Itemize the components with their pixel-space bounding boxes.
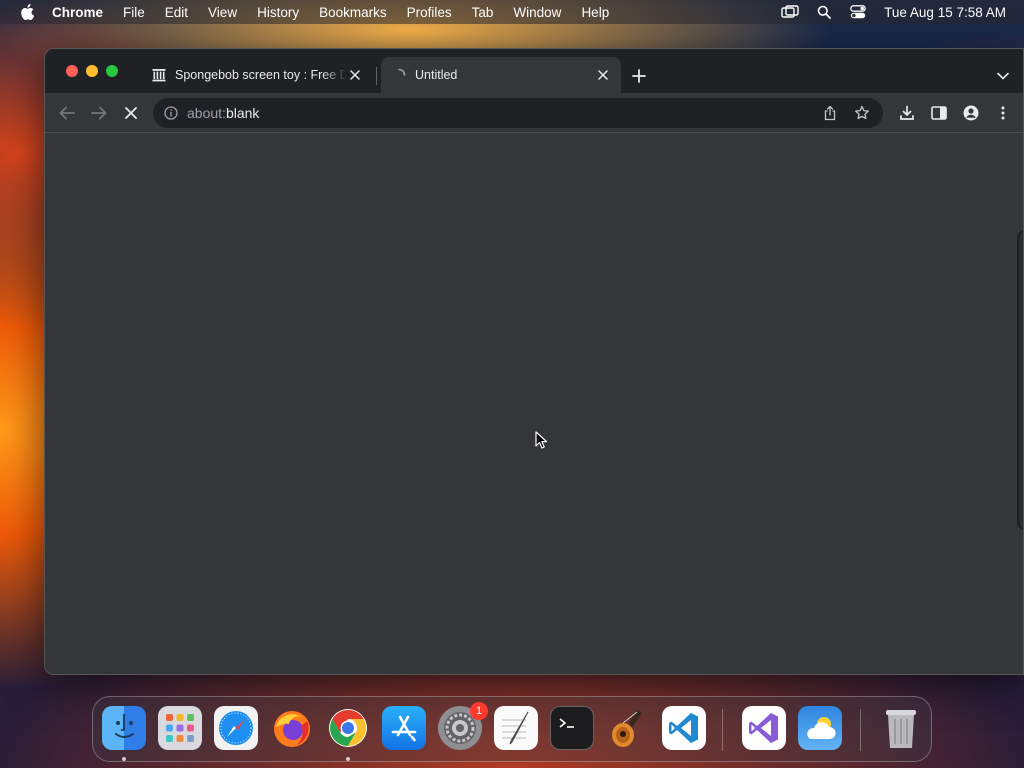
tab-spongebob[interactable]: Spongebob screen toy : Free D: [141, 57, 373, 93]
tab-title: Untitled: [415, 68, 458, 82]
launchpad-icon[interactable]: [158, 706, 202, 750]
menu-profiles[interactable]: Profiles: [407, 5, 452, 20]
menu-app-name[interactable]: Chrome: [52, 5, 103, 20]
tab-close-icon[interactable]: [595, 67, 611, 83]
tab-search-chevron-icon[interactable]: [993, 66, 1013, 86]
side-panel-icon[interactable]: [927, 101, 951, 125]
menu-bookmarks[interactable]: Bookmarks: [319, 5, 387, 20]
notification-badge: 1: [470, 702, 488, 720]
screen-mirroring-icon[interactable]: [780, 4, 800, 20]
app-store-icon[interactable]: [382, 706, 426, 750]
textedit-icon[interactable]: [494, 706, 538, 750]
menu-history[interactable]: History: [257, 5, 299, 20]
menu-view[interactable]: View: [208, 5, 237, 20]
dock-separator: [722, 709, 723, 751]
site-info-icon[interactable]: [163, 105, 179, 121]
url-path: blank: [225, 105, 260, 121]
kebab-menu-icon[interactable]: [991, 101, 1015, 125]
status-area: Tue Aug 15 7:58 AM: [766, 4, 1006, 20]
firefox-icon[interactable]: [270, 706, 314, 750]
share-icon[interactable]: [819, 102, 841, 124]
tab-untitled[interactable]: Untitled: [381, 57, 621, 93]
finder-icon[interactable]: [102, 706, 146, 750]
safari-icon[interactable]: [214, 706, 258, 750]
tab-title: Spongebob screen toy : Free D: [175, 68, 347, 82]
stop-loading-button[interactable]: [119, 101, 143, 125]
address-bar[interactable]: about:blank: [153, 98, 883, 128]
vscode-icon[interactable]: [662, 706, 706, 750]
system-settings-icon[interactable]: 1: [438, 702, 488, 750]
running-indicator: [122, 757, 126, 761]
terminal-icon[interactable]: [550, 706, 594, 750]
control-center-icon[interactable]: [848, 4, 868, 20]
garageband-icon[interactable]: [606, 706, 650, 750]
apple-menu-icon[interactable]: [20, 4, 34, 20]
visual-studio-icon[interactable]: [742, 706, 786, 750]
archive-building-icon: [151, 67, 167, 83]
window-minimize-button[interactable]: [86, 65, 98, 77]
menu-bar: Chrome File Edit View History Bookmarks …: [0, 0, 1024, 24]
menu-edit[interactable]: Edit: [165, 5, 188, 20]
downloads-icon[interactable]: [895, 101, 919, 125]
menu-tab[interactable]: Tab: [472, 5, 494, 20]
trash-icon[interactable]: [879, 706, 923, 750]
side-panel-edge[interactable]: [1017, 230, 1023, 530]
tab-strip: Spongebob screen toy : Free D Untitled: [45, 49, 1023, 93]
tab-close-icon[interactable]: [347, 67, 363, 83]
window-close-button[interactable]: [66, 65, 78, 77]
page-content-blank[interactable]: [45, 134, 1023, 674]
running-indicator: [346, 757, 350, 761]
loading-spinner-icon: [391, 67, 407, 83]
window-zoom-button[interactable]: [106, 65, 118, 77]
dock: 1: [92, 696, 932, 762]
back-button[interactable]: [55, 101, 79, 125]
url-text[interactable]: about:blank: [187, 105, 819, 121]
menu-help[interactable]: Help: [581, 5, 609, 20]
new-tab-button[interactable]: [629, 66, 649, 86]
menu-clock[interactable]: Tue Aug 15 7:58 AM: [884, 5, 1006, 20]
browser-toolbar: about:blank: [45, 93, 1023, 133]
profile-avatar-icon[interactable]: [959, 101, 983, 125]
weather-icon[interactable]: [798, 706, 842, 750]
chrome-window: Spongebob screen toy : Free D Untitled a…: [44, 48, 1024, 675]
dock-separator: [860, 709, 861, 751]
forward-button[interactable]: [87, 101, 111, 125]
chrome-icon[interactable]: [326, 706, 370, 750]
spotlight-search-icon[interactable]: [814, 4, 834, 20]
menu-window[interactable]: Window: [513, 5, 561, 20]
bookmark-star-icon[interactable]: [851, 102, 873, 124]
tab-divider: [376, 67, 377, 85]
menu-file[interactable]: File: [123, 5, 145, 20]
mouse-pointer-icon: [535, 431, 549, 449]
url-scheme: about:: [187, 105, 226, 121]
